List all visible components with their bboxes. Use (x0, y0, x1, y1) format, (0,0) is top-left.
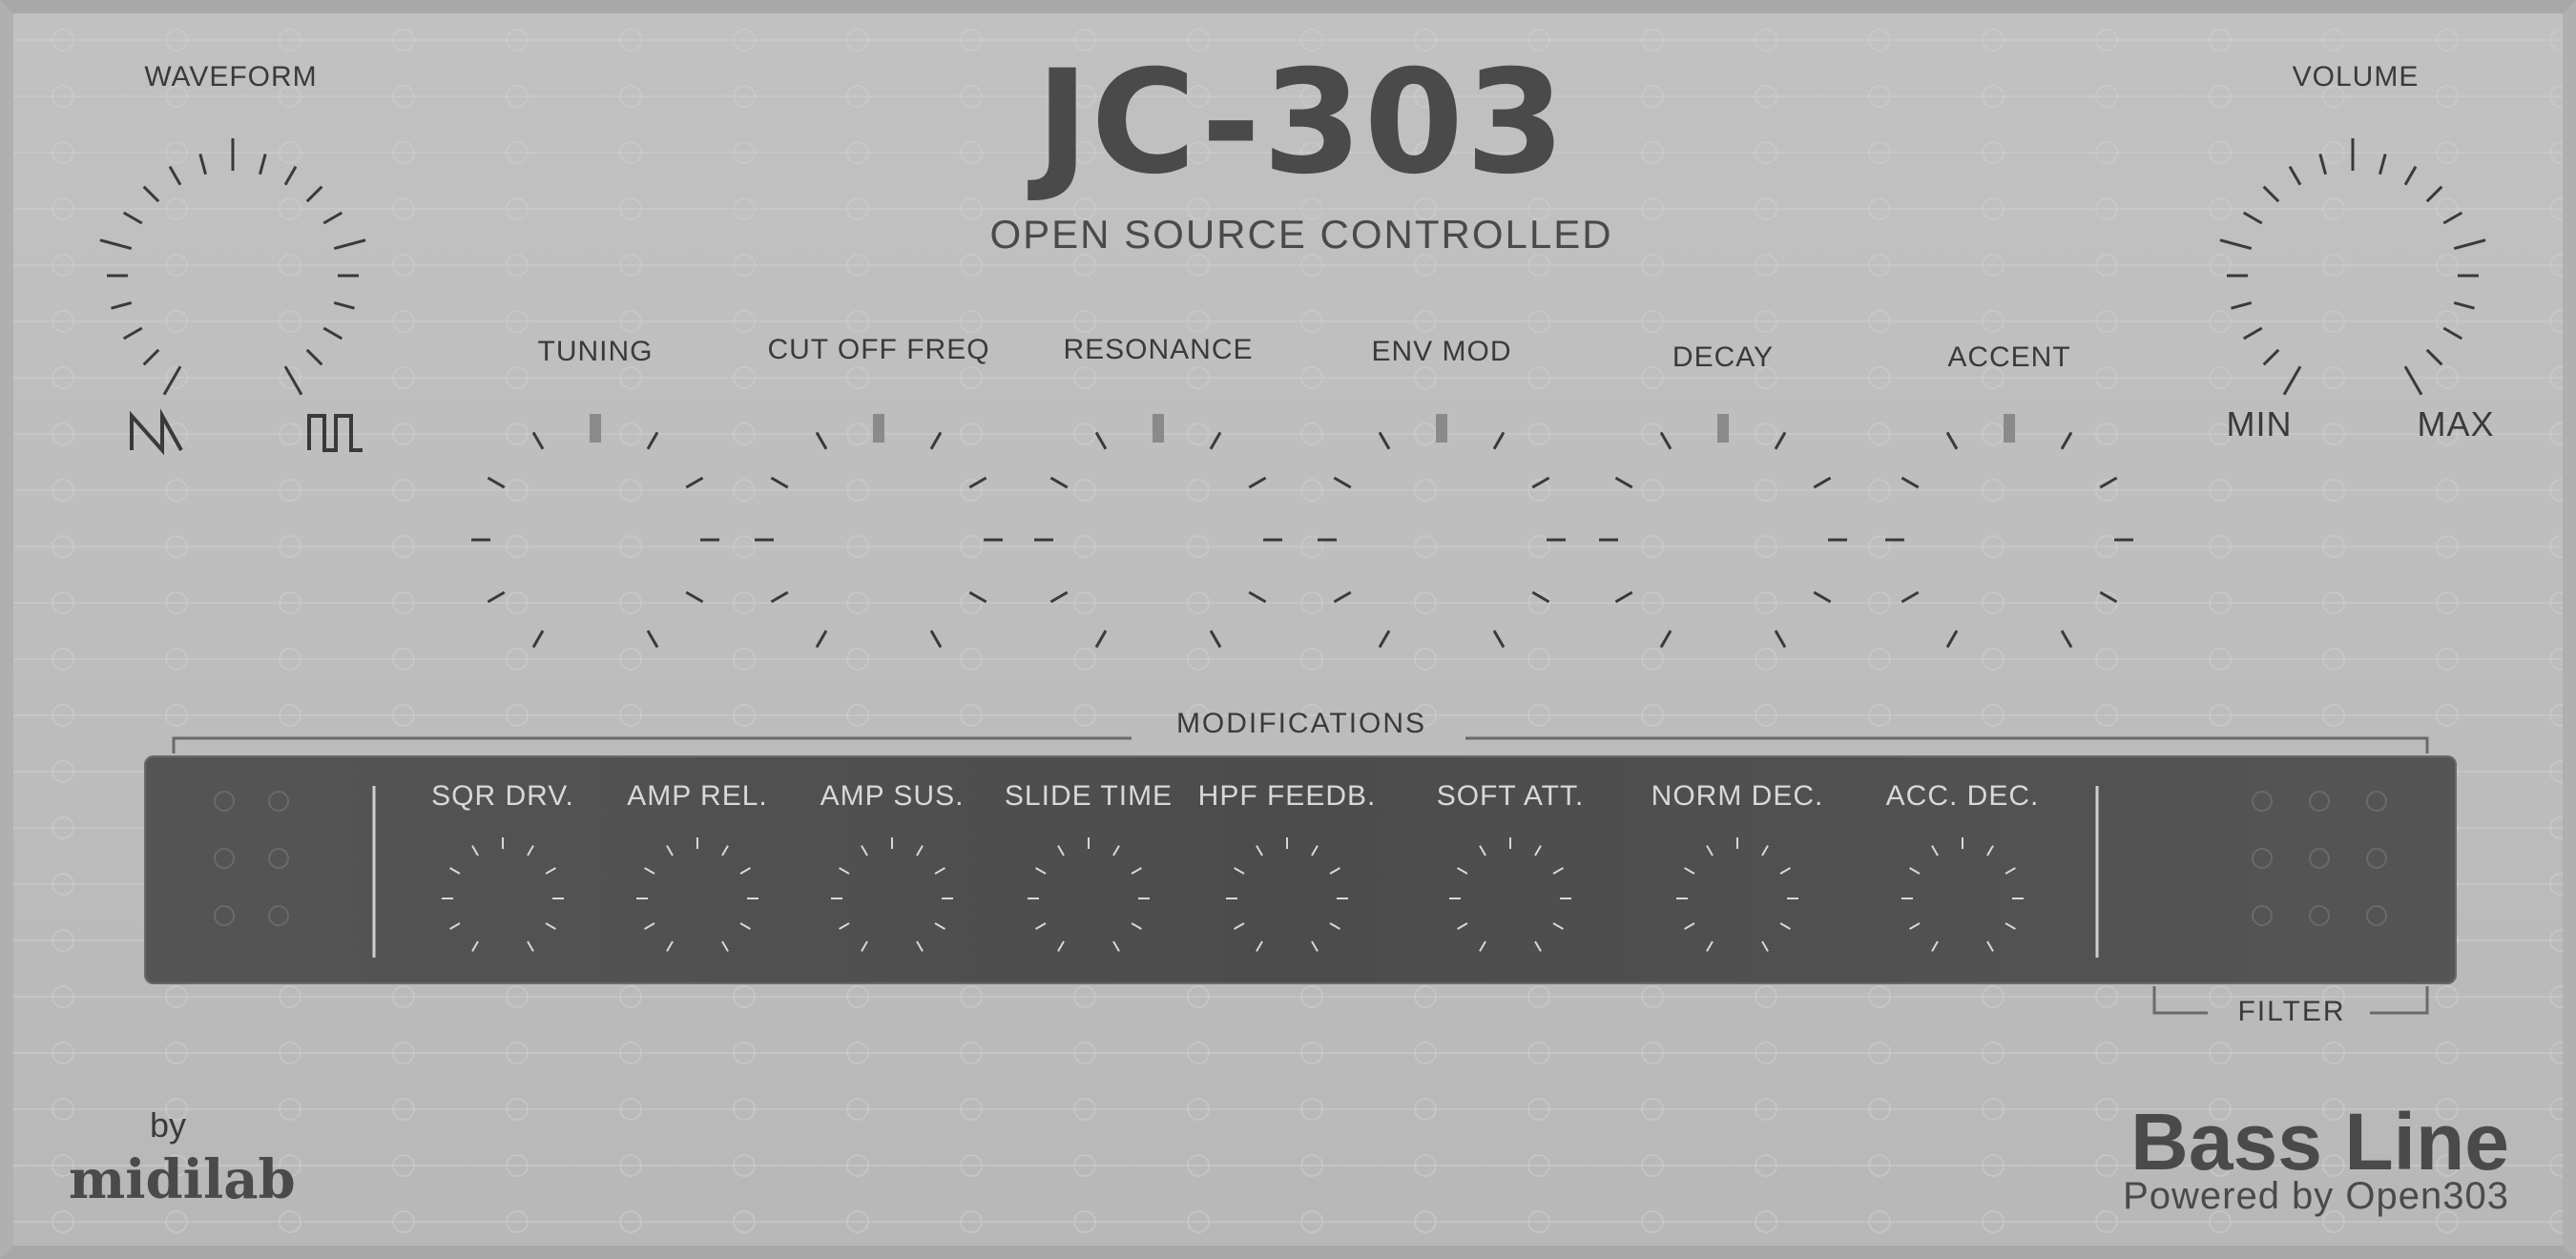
amp-rel-knob[interactable] (636, 837, 758, 952)
sqr-drv-label: SQR DRV. (431, 780, 574, 812)
tuning-knob[interactable] (471, 414, 719, 649)
by-label: by (149, 1105, 187, 1145)
midilab-logo: midilab (69, 1148, 296, 1211)
decay-knob[interactable] (1599, 414, 1847, 649)
filter-label: FILTER (2237, 996, 2346, 1027)
modifications-title: MODIFICATIONS (1175, 708, 1427, 739)
modifications-panel: SQR DRV. AMP REL. AMP SUS. SLIDE TIME HP… (144, 755, 2457, 984)
soft-att-label: SOFT ATT. (1436, 780, 1585, 812)
amp-rel-label: AMP REL. (627, 780, 768, 812)
knob-indicator (1717, 414, 1729, 443)
soft-att-knob[interactable] (1449, 837, 1571, 952)
slide-time-knob[interactable] (1028, 837, 1150, 952)
norm-dec-label: NORM DEC. (1651, 780, 1824, 812)
hpf-feedb-label: HPF FEEDB. (1197, 780, 1377, 812)
synth-panel: JC-303 OPEN SOURCE CONTROLLED WAVEFORM V… (0, 0, 2576, 1259)
acc-dec-knob[interactable] (1901, 837, 2024, 952)
sqr-drv-knob[interactable] (442, 837, 564, 952)
cutoff-knob[interactable] (755, 414, 1003, 649)
knob-indicator (2004, 414, 2015, 443)
hpf-feedb-knob[interactable] (1226, 837, 1348, 952)
powered-by: Powered by Open303 (2123, 1175, 2509, 1217)
slide-time-label: SLIDE TIME (1004, 780, 1174, 812)
knob-indicator (590, 414, 601, 443)
resonance-knob[interactable] (1034, 414, 1282, 649)
acc-dec-label: ACC. DEC. (1885, 780, 2040, 812)
amp-sus-knob[interactable] (831, 837, 953, 952)
env-mod-knob[interactable] (1318, 414, 1566, 649)
knob-indicator (1153, 414, 1164, 443)
main-knob-row (471, 414, 2133, 649)
norm-dec-knob[interactable] (1676, 837, 1798, 952)
accent-knob[interactable] (1885, 414, 2133, 649)
knob-indicator (873, 414, 884, 443)
knob-indicator (1436, 414, 1447, 443)
amp-sus-label: AMP SUS. (820, 780, 965, 812)
